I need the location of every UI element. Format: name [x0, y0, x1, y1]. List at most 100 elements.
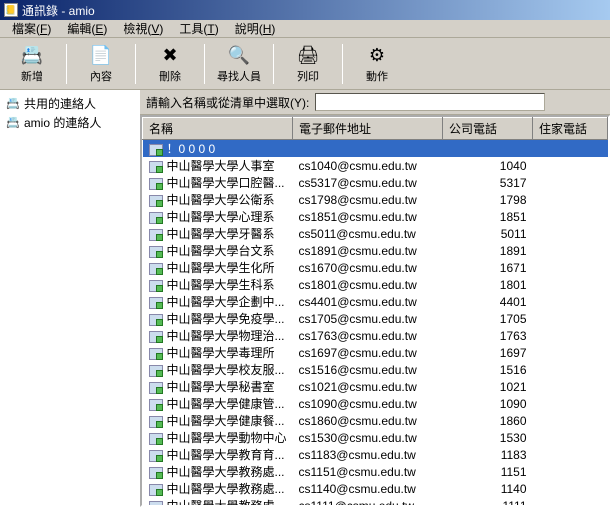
print-button[interactable]: 🖨列印 — [280, 41, 336, 87]
cell-phone: 1763 — [443, 327, 533, 344]
contacts-grid[interactable]: 名稱電子郵件地址公司電話住家電話 ！0 0 0 0中山醫學大學人事室cs1040… — [140, 115, 610, 507]
folder-tree[interactable]: 📇共用的連絡人📇amio 的連絡人 — [0, 90, 140, 507]
cell-email: cs1183@csmu.edu.tw — [293, 446, 443, 463]
cell-home — [533, 378, 608, 395]
content-button[interactable]: 📄內容 — [73, 41, 129, 87]
table-row[interactable]: 中山醫學大學牙醫系cs5011@csmu.edu.tw5011 — [143, 225, 608, 242]
cell-email: cs1516@csmu.edu.tw — [293, 361, 443, 378]
table-row[interactable]: 中山醫學大學健康餐...cs1860@csmu.edu.tw1860 — [143, 412, 608, 429]
contact-icon — [149, 246, 163, 258]
cell-home — [533, 276, 608, 293]
contact-icon — [149, 416, 163, 428]
cell-home — [533, 463, 608, 480]
contact-icon — [149, 467, 163, 479]
search-input[interactable] — [315, 93, 545, 111]
cell-name: 中山醫學大學公衛系 — [143, 191, 293, 208]
contact-icon — [149, 348, 163, 360]
menu-h[interactable]: 說明(H) — [227, 20, 284, 37]
tree-item-1[interactable]: 📇amio 的連絡人 — [4, 113, 134, 132]
column-header-1[interactable]: 電子郵件地址 — [293, 118, 443, 140]
cell-phone: 1040 — [443, 157, 533, 174]
cell-email: cs1111@csmu.edu.tw — [293, 497, 443, 507]
tree-item-label: 共用的連絡人 — [24, 95, 96, 112]
cell-email: cs1763@csmu.edu.tw — [293, 327, 443, 344]
cell-email: cs1697@csmu.edu.tw — [293, 344, 443, 361]
column-header-0[interactable]: 名稱 — [143, 118, 293, 140]
cell-home — [533, 327, 608, 344]
cell-name: 中山醫學大學毒理所 — [143, 344, 293, 361]
cell-name: 中山醫學大學教務處... — [143, 480, 293, 497]
action-button-label: 動作 — [366, 68, 388, 84]
cell-email: cs1090@csmu.edu.tw — [293, 395, 443, 412]
contact-icon — [149, 331, 163, 343]
contact-icon — [149, 484, 163, 496]
cell-home — [533, 361, 608, 378]
cell-email: cs1021@csmu.edu.tw — [293, 378, 443, 395]
new-button-icon: 📇 — [20, 44, 44, 68]
cell-name: 中山醫學大學心理系 — [143, 208, 293, 225]
cell-email — [293, 140, 443, 158]
table-row[interactable]: 中山醫學大學台文系cs1891@csmu.edu.tw1891 — [143, 242, 608, 259]
cell-home — [533, 242, 608, 259]
table-row[interactable]: 中山醫學大學教務處...cs1151@csmu.edu.tw1151 — [143, 463, 608, 480]
table-row[interactable]: 中山醫學大學教育育...cs1183@csmu.edu.tw1183 — [143, 446, 608, 463]
cell-name: 中山醫學大學台文系 — [143, 242, 293, 259]
table-row[interactable]: 中山醫學大學毒理所cs1697@csmu.edu.tw1697 — [143, 344, 608, 361]
menu-f[interactable]: 檔案(F) — [4, 20, 59, 37]
window-title: 通訊錄 - amio — [22, 2, 95, 19]
table-row[interactable]: 中山醫學大學物理治...cs1763@csmu.edu.tw1763 — [143, 327, 608, 344]
table-row[interactable]: 中山醫學大學動物中心cs1530@csmu.edu.tw1530 — [143, 429, 608, 446]
table-row[interactable]: 中山醫學大學免疫學...cs1705@csmu.edu.tw1705 — [143, 310, 608, 327]
contact-icon — [149, 144, 163, 156]
column-header-2[interactable]: 公司電話 — [443, 118, 533, 140]
cell-name: 中山醫學大學動物中心 — [143, 429, 293, 446]
cell-phone — [443, 140, 533, 158]
new-button[interactable]: 📇新增 — [4, 41, 60, 87]
cell-email: cs1801@csmu.edu.tw — [293, 276, 443, 293]
cell-phone: 1705 — [443, 310, 533, 327]
cell-home — [533, 191, 608, 208]
table-row[interactable]: 中山醫學大學企劃中...cs4401@csmu.edu.tw4401 — [143, 293, 608, 310]
contact-icon — [149, 314, 163, 326]
table-row[interactable]: ！0 0 0 0 — [143, 140, 608, 158]
find-people-button[interactable]: 🔍尋找人員 — [211, 41, 267, 87]
search-label: 請輸入名稱或從清單中選取(Y): — [146, 94, 309, 111]
cell-phone: 1851 — [443, 208, 533, 225]
toolbar-separator — [66, 44, 67, 84]
content-button-label: 內容 — [90, 68, 112, 84]
cell-home — [533, 208, 608, 225]
table-row[interactable]: 中山醫學大學教務處...cs1140@csmu.edu.tw1140 — [143, 480, 608, 497]
menu-e[interactable]: 編輯(E) — [59, 20, 115, 37]
table-row[interactable]: 中山醫學大學人事室cs1040@csmu.edu.tw1040 — [143, 157, 608, 174]
window-titlebar: 📒 通訊錄 - amio — [0, 0, 610, 20]
table-row[interactable]: 中山醫學大學心理系cs1851@csmu.edu.tw1851 — [143, 208, 608, 225]
table-row[interactable]: 中山醫學大學校友服...cs1516@csmu.edu.tw1516 — [143, 361, 608, 378]
delete-button[interactable]: ✖刪除 — [142, 41, 198, 87]
column-header-3[interactable]: 住家電話 — [533, 118, 608, 140]
contact-icon — [149, 501, 163, 507]
toolbar-separator — [342, 44, 343, 84]
menu-t[interactable]: 工具(T) — [171, 20, 226, 37]
contact-icon — [149, 399, 163, 411]
toolbar-separator — [135, 44, 136, 84]
table-row[interactable]: 中山醫學大學秘書室cs1021@csmu.edu.tw1021 — [143, 378, 608, 395]
cell-email: cs4401@csmu.edu.tw — [293, 293, 443, 310]
cell-phone: 1671 — [443, 259, 533, 276]
cell-email: cs1891@csmu.edu.tw — [293, 242, 443, 259]
table-row[interactable]: 中山醫學大學健康管...cs1090@csmu.edu.tw1090 — [143, 395, 608, 412]
find-people-button-icon: 🔍 — [227, 44, 251, 68]
action-button[interactable]: ⚙動作 — [349, 41, 405, 87]
table-row[interactable]: 中山醫學大學口腔醫...cs5317@csmu.edu.tw5317 — [143, 174, 608, 191]
tree-item-0[interactable]: 📇共用的連絡人 — [4, 94, 134, 113]
cell-phone: 4401 — [443, 293, 533, 310]
cell-home — [533, 446, 608, 463]
table-row[interactable]: 中山醫學大學公衛系cs1798@csmu.edu.tw1798 — [143, 191, 608, 208]
table-row[interactable]: 中山醫學大學生化所cs1670@csmu.edu.tw1671 — [143, 259, 608, 276]
toolbar-separator — [273, 44, 274, 84]
table-row[interactable]: 中山醫學大學生科系cs1801@csmu.edu.tw1801 — [143, 276, 608, 293]
cell-name: 中山醫學大學秘書室 — [143, 378, 293, 395]
contact-icon — [149, 450, 163, 462]
menu-v[interactable]: 檢視(V) — [115, 20, 171, 37]
table-row[interactable]: 中山醫學大學教務處...cs1111@csmu.edu.tw1111 — [143, 497, 608, 507]
cell-home — [533, 259, 608, 276]
